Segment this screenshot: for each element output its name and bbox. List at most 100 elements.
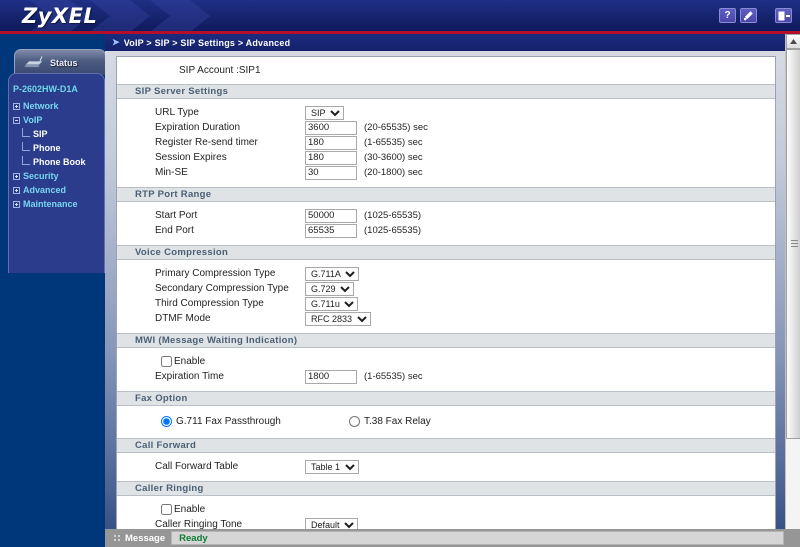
url-type-select[interactable]: SIP xyxy=(305,105,344,120)
mwi-enable-label: Enable xyxy=(174,356,206,367)
collapse-minus-icon[interactable] xyxy=(13,116,20,124)
sidebar-item-sip[interactable]: SIP xyxy=(9,127,104,141)
caller-ringing-enable-checkbox[interactable] xyxy=(161,504,172,515)
sidebar-item-label: Phone xyxy=(33,143,61,153)
expand-plus-icon[interactable] xyxy=(13,172,20,180)
field-mwi-enable: Enable xyxy=(117,354,775,369)
sidebar-item-label: Advanced xyxy=(23,185,67,195)
min-se-input[interactable] xyxy=(305,165,357,180)
expand-plus-icon[interactable] xyxy=(13,186,20,194)
section-header-rtp-port-range: RTP Port Range xyxy=(117,187,775,202)
status-message-box: Ready xyxy=(171,531,784,545)
sidebar-item-maintenance[interactable]: Maintenance xyxy=(9,197,104,211)
fax-passthrough-radio[interactable] xyxy=(161,416,172,427)
call-forward-table-select[interactable]: Table 1 xyxy=(305,459,359,474)
sidebar-item-advanced[interactable]: Advanced xyxy=(9,183,104,197)
sidebar-item-phone[interactable]: Phone xyxy=(9,141,104,155)
section-header-voice-compression: Voice Compression xyxy=(117,245,775,260)
field-label: Third Compression Type xyxy=(155,298,264,309)
section-body-voice-compression: Primary Compression Type G.711A Secondar… xyxy=(117,260,775,333)
status-bar: Message Ready xyxy=(105,529,800,547)
field-dtmf-mode: DTMF Mode RFC 2833 xyxy=(117,311,775,326)
fax-option-passthrough[interactable]: G.711 Fax Passthrough xyxy=(161,416,349,427)
app-header: ZyXEL ? xyxy=(0,0,800,31)
section-body-fax-option: G.711 Fax Passthrough T.38 Fax Relay xyxy=(117,406,775,438)
sidebar-item-voip[interactable]: VoIP xyxy=(9,113,104,127)
section-header-mwi: MWI (Message Waiting Indication) xyxy=(117,333,775,348)
section-body-sip-server: URL Type SIP Expiration Duration (20-655… xyxy=(117,99,775,187)
field-hint: (30-3600) sec xyxy=(364,152,423,163)
primary-compression-select[interactable]: G.711A xyxy=(305,266,359,281)
field-label: Expiration Duration xyxy=(155,122,241,133)
field-mwi-expiration-time: Expiration Time (1-65535) sec xyxy=(117,369,775,384)
sidebar: Status P-2602HW-D1A Network VoIP SIP Pho… xyxy=(0,34,106,547)
section-body-rtp-port-range: Start Port (1025-65535) End Port (1025-6… xyxy=(117,202,775,245)
sip-account-line: SIP Account :SIP1 xyxy=(117,57,775,84)
field-secondary-compression: Secondary Compression Type G.729 xyxy=(117,281,775,296)
vertical-scrollbar[interactable] xyxy=(785,34,800,547)
start-port-input[interactable] xyxy=(305,208,357,223)
logout-icon-glyph xyxy=(778,11,790,20)
expiration-duration-input[interactable] xyxy=(305,120,357,135)
sidebar-item-label: Phone Book xyxy=(33,157,86,167)
section-header-sip-server: SIP Server Settings xyxy=(117,84,775,99)
field-hint: (1025-65535) xyxy=(364,225,422,236)
field-hint: (20-65535) sec xyxy=(364,122,428,133)
dtmf-mode-select[interactable]: RFC 2833 xyxy=(305,311,371,326)
scroll-up-button[interactable] xyxy=(786,34,800,49)
logout-icon[interactable] xyxy=(775,8,792,23)
sidebar-item-label: Network xyxy=(23,101,59,111)
scrollbar-grip-icon xyxy=(791,240,798,248)
field-hint: (1-65535) sec xyxy=(364,371,423,382)
scrollbar-thumb[interactable] xyxy=(786,49,800,439)
wizard-icon-glyph xyxy=(743,11,753,21)
header-icon-group: ? xyxy=(719,8,792,23)
section-header-caller-ringing: Caller Ringing xyxy=(117,481,775,496)
field-fax-option: G.711 Fax Passthrough T.38 Fax Relay xyxy=(117,412,775,431)
expand-plus-icon[interactable] xyxy=(13,102,20,110)
fax-option-t38[interactable]: T.38 Fax Relay xyxy=(349,416,537,427)
chevron-up-icon xyxy=(790,39,797,44)
tree-branch-icon xyxy=(22,127,30,137)
status-message-label: Message xyxy=(125,532,166,544)
mwi-enable-checkbox[interactable] xyxy=(161,356,172,367)
secondary-compression-select[interactable]: G.729 xyxy=(305,281,354,296)
section-body-mwi: Enable Expiration Time (1-65535) sec xyxy=(117,348,775,391)
sidebar-item-security[interactable]: Security xyxy=(9,169,104,183)
settings-panel: SIP Account :SIP1 SIP Server Settings UR… xyxy=(116,56,776,547)
register-resend-timer-input[interactable] xyxy=(305,135,357,150)
fax-t38-radio[interactable] xyxy=(349,416,360,427)
sidebar-item-phone-book[interactable]: Phone Book xyxy=(9,155,104,169)
field-label: Register Re-send timer xyxy=(155,137,258,148)
end-port-input[interactable] xyxy=(305,223,357,238)
field-caller-ringing-enable: Enable xyxy=(117,502,775,517)
expand-plus-icon[interactable] xyxy=(13,200,20,208)
sidebar-status-tab-label: Status xyxy=(50,57,78,68)
scrollbar-track[interactable] xyxy=(786,49,800,532)
field-label: URL Type xyxy=(155,107,199,118)
device-model-label: P-2602HW-D1A xyxy=(13,84,78,94)
breadcrumb-arrow-icon: ➤ xyxy=(112,37,120,47)
field-third-compression: Third Compression Type G.711u xyxy=(117,296,775,311)
session-expires-input[interactable] xyxy=(305,150,357,165)
sidebar-status-tab[interactable]: Status xyxy=(14,49,106,75)
field-expiration-duration: Expiration Duration (20-65535) sec xyxy=(117,120,775,135)
field-label: Min-SE xyxy=(155,167,188,178)
tree-branch-icon xyxy=(22,155,30,165)
sidebar-item-label: SIP xyxy=(33,129,48,139)
router-admin-window: ZyXEL ? Status P-2602HW-D1A Network VoIP… xyxy=(0,0,800,547)
field-label: Expiration Time xyxy=(155,371,224,382)
wizard-icon[interactable] xyxy=(740,8,757,23)
field-label: Call Forward Table xyxy=(155,461,239,472)
field-hint: (1-65535) sec xyxy=(364,137,423,148)
help-icon[interactable]: ? xyxy=(719,8,736,23)
status-grip-icon xyxy=(113,533,121,543)
mwi-expiration-time-input[interactable] xyxy=(305,369,357,384)
breadcrumb: ➤ VoIP > SIP > SIP Settings > Advanced xyxy=(105,34,800,51)
field-label: Primary Compression Type xyxy=(155,268,276,279)
sidebar-item-network[interactable]: Network xyxy=(9,99,104,113)
field-register-resend-timer: Register Re-send timer (1-65535) sec xyxy=(117,135,775,150)
third-compression-select[interactable]: G.711u xyxy=(305,296,358,311)
router-device-icon xyxy=(24,56,44,68)
field-end-port: End Port (1025-65535) xyxy=(117,223,775,238)
